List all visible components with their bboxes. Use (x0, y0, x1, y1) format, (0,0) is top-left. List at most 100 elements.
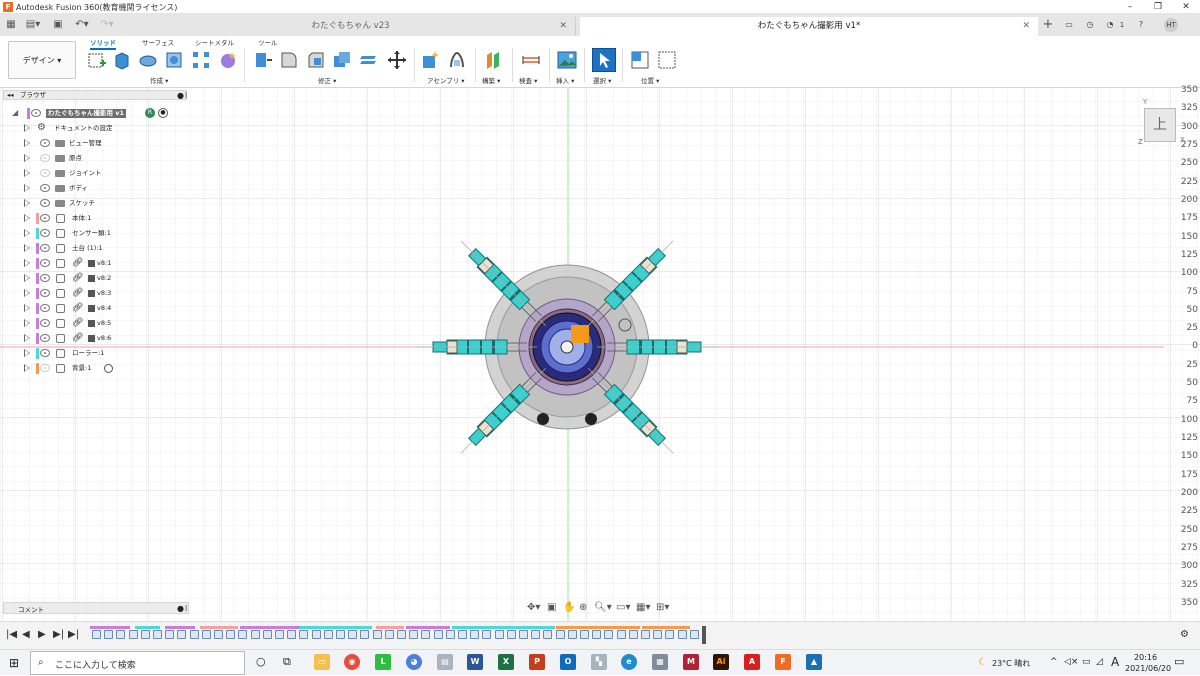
timeline-feature-icon[interactable] (580, 630, 589, 639)
expand-arrow-icon[interactable] (24, 364, 30, 372)
group-select-label[interactable]: 選択 ▾ (593, 75, 611, 85)
timeline-feature-icon[interactable] (226, 630, 236, 639)
close-window-button[interactable]: ✕ (1172, 0, 1200, 14)
expand-arrow-icon[interactable] (24, 304, 30, 312)
word-icon[interactable]: W (467, 654, 483, 670)
capture-position-icon[interactable] (630, 50, 650, 70)
browser-item[interactable]: 🔗︎ v8:3 (0, 286, 190, 301)
browser-item[interactable]: 背景:1 (0, 361, 190, 376)
group-construct-label[interactable]: 構築 ▾ (482, 75, 500, 85)
job-status-icon[interactable]: ◷ (1083, 18, 1097, 32)
timeline-feature-icon[interactable] (665, 630, 675, 639)
browser-item[interactable]: 🔗︎ v8:6 (0, 331, 190, 346)
ime-indicator[interactable]: A (1111, 655, 1119, 669)
timeline-feature-icon[interactable] (299, 630, 309, 639)
timeline-feature-icon[interactable] (494, 630, 504, 639)
timeline-feature-icon[interactable] (543, 630, 553, 639)
offset-plane-icon[interactable] (484, 50, 504, 70)
taskbar-search-box[interactable]: ⌕ ここに入力して検索 (30, 651, 245, 675)
timeline-feature-icon[interactable] (531, 630, 541, 639)
root-component-label[interactable]: わたぐもちゃん撮影用 v1 (46, 109, 127, 118)
timeline-feature-icon[interactable] (201, 630, 211, 639)
notification-center-icon[interactable]: ▭ (1174, 655, 1184, 668)
browser-item[interactable]: 本体:1 (0, 211, 190, 226)
weather-text[interactable]: 23°C 晴れ (992, 658, 1030, 669)
minimize-button[interactable]: – (1116, 0, 1144, 14)
timeline-feature-icon[interactable] (238, 630, 248, 639)
timeline-feature-icon[interactable] (311, 630, 321, 639)
visibility-eye-icon[interactable] (40, 289, 50, 297)
expand-arrow-icon[interactable] (24, 154, 30, 162)
help-icon[interactable]: ? (1134, 18, 1148, 32)
expand-arrow-icon[interactable] (24, 169, 30, 177)
visibility-eye-icon[interactable] (31, 109, 41, 117)
expand-arrow-icon[interactable] (24, 334, 30, 342)
fusion-taskbar-icon[interactable]: F (775, 654, 791, 670)
expand-arrow-icon[interactable] (24, 349, 30, 357)
joint-icon[interactable] (447, 50, 467, 70)
visibility-eye-icon[interactable] (40, 304, 50, 312)
tray-chevron-icon[interactable]: ^ (1050, 657, 1058, 667)
timeline-feature-icon[interactable] (677, 630, 687, 639)
expand-arrow-icon[interactable] (24, 199, 30, 207)
radio-icon[interactable] (104, 364, 113, 373)
timeline-feature-icon[interactable] (519, 630, 528, 639)
panel-toggle-icon[interactable]: ● (177, 91, 184, 100)
comment-panel[interactable]: コメント ● | (3, 602, 189, 614)
insert-image-icon[interactable] (557, 50, 577, 70)
expand-arrow-icon[interactable] (24, 274, 30, 282)
go-to-end-icon[interactable]: ▶| (68, 629, 79, 641)
comment-icon[interactable]: ▭ (1062, 18, 1076, 32)
browser-item[interactable]: 🔗︎ v8:2 (0, 271, 190, 286)
task-view-icon[interactable]: ⧉ (283, 655, 291, 669)
play-icon[interactable]: ▶ (38, 629, 46, 641)
expanded-arrow-icon[interactable]: ◢ (12, 108, 18, 117)
timeline-feature-icon[interactable] (128, 630, 138, 639)
zoom-icon[interactable]: ⊕ (579, 601, 587, 615)
explorer-icon[interactable]: ▭ (314, 654, 330, 670)
file-menu-icon[interactable]: ▤▾ (24, 18, 42, 32)
visibility-eye-icon[interactable] (40, 214, 50, 222)
chamfer-icon[interactable] (306, 50, 326, 70)
revolve-icon[interactable] (138, 50, 158, 70)
group-position-label[interactable]: 位置 ▾ (641, 75, 659, 85)
step-back-icon[interactable]: ◀ (22, 629, 30, 641)
visibility-eye-icon[interactable] (40, 169, 50, 177)
move-copy-icon[interactable] (387, 50, 407, 70)
browser-item[interactable]: センサー類:1 (0, 226, 190, 241)
expand-arrow-icon[interactable] (24, 184, 30, 192)
new-tab-icon[interactable]: + (1041, 18, 1055, 32)
rectangular-pattern-icon[interactable] (191, 50, 211, 70)
browser-item[interactable]: ビュー管理 (0, 136, 190, 151)
timeline-settings-icon[interactable]: ⚙ (1180, 629, 1189, 641)
volume-icon[interactable]: ◁× (1064, 657, 1078, 667)
press-pull-icon[interactable] (253, 50, 273, 70)
display-settings-icon[interactable]: ▭▾ (616, 601, 630, 615)
group-create-label[interactable]: 作成 ▾ (150, 75, 168, 85)
browser-item[interactable]: ローラー:1 (0, 346, 190, 361)
timeline-feature-icon[interactable] (653, 630, 663, 639)
app-grid-icon[interactable]: ▦ (5, 18, 17, 32)
illustrator-icon[interactable]: Ai (713, 654, 729, 670)
acrobat-icon[interactable]: A (744, 654, 760, 670)
mixer-app-icon[interactable]: ▚ (591, 654, 607, 670)
mendeley-icon[interactable]: M (683, 654, 699, 670)
timeline-feature-icon[interactable] (641, 630, 650, 639)
browser-item[interactable]: 🔗︎ v8:4 (0, 301, 190, 316)
timeline-feature-icon[interactable] (592, 630, 602, 639)
viewcube-face[interactable]: 上 (1153, 117, 1167, 133)
expand-arrow-icon[interactable] (24, 259, 30, 267)
step-forward-icon[interactable]: ▶| (53, 629, 64, 641)
tab-document-v23[interactable]: わたぐもちゃん v23 ✕ (126, 17, 576, 36)
timeline-feature-icon[interactable] (323, 630, 333, 639)
tab-tools[interactable]: ツール (258, 37, 278, 47)
user-avatar[interactable]: HT (1164, 18, 1178, 32)
viewcube[interactable]: 上 (1144, 108, 1176, 142)
timeline-feature-icon[interactable] (360, 630, 370, 639)
timeline-feature-icon[interactable] (153, 630, 162, 639)
timeline-feature-icon[interactable] (421, 630, 431, 639)
calculator-icon[interactable]: ▦ (652, 654, 668, 670)
expand-arrow-icon[interactable] (24, 139, 30, 147)
timeline-feature-icon[interactable] (482, 630, 492, 639)
grid-settings-icon[interactable]: ▦▾ (636, 601, 650, 615)
